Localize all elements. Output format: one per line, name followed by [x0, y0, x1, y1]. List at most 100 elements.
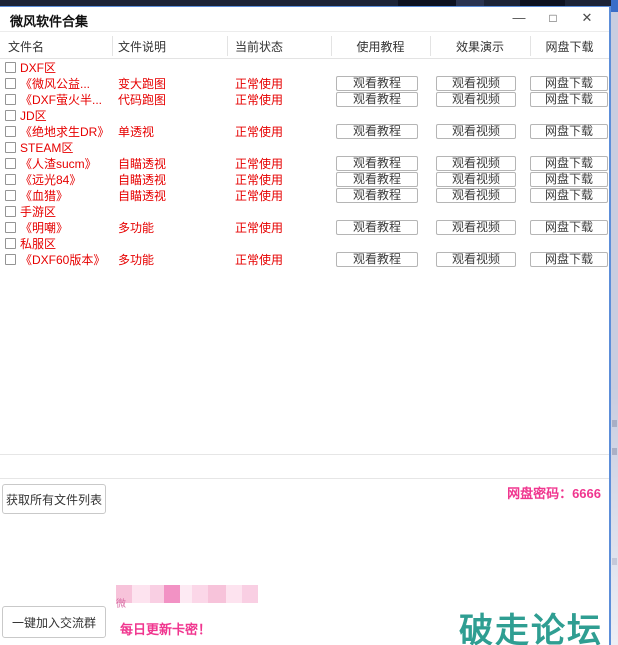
background-glyph-fragment	[612, 558, 617, 565]
row-checkbox[interactable]	[5, 78, 16, 89]
table-body: DXF区 《微风公益... 变大跑图 正常使用 观看教程 观看视频 网盘下载 《DXF萤火半.…	[0, 60, 609, 268]
netdisk-download-button[interactable]: 网盘下载	[530, 156, 608, 171]
row-checkbox[interactable]	[5, 190, 16, 201]
row-checkbox[interactable]	[5, 110, 16, 121]
row-checkbox[interactable]	[5, 126, 16, 137]
table-row: 《绝地求生DR》 单透视 正常使用 观看教程 观看视频 网盘下载	[0, 124, 609, 140]
row-name: DXF区	[20, 61, 57, 75]
watch-tutorial-button[interactable]: 观看教程	[336, 124, 418, 139]
row-name: 《DXF萤火半...	[20, 93, 103, 107]
row-name: 《血猎》	[20, 189, 69, 203]
netdisk-download-button[interactable]: 网盘下载	[530, 124, 608, 139]
watch-tutorial-button[interactable]: 观看教程	[336, 156, 418, 171]
row-name: 《微风公益...	[20, 77, 91, 91]
row-checkbox[interactable]	[5, 94, 16, 105]
watch-video-button[interactable]: 观看视频	[436, 124, 516, 139]
netdisk-download-button[interactable]: 网盘下载	[530, 252, 608, 267]
watch-tutorial-button[interactable]: 观看教程	[336, 76, 418, 91]
censored-text-visible-char: 微	[116, 599, 126, 610]
minimize-icon[interactable]: —	[511, 9, 527, 27]
column-header-1: 文件说明	[118, 40, 167, 54]
column-header-3: 使用教程	[356, 40, 405, 54]
table-row: JD区	[0, 108, 609, 124]
app-window: 微风软件合集 — □ ✕ 文件名 文件说明 当前状态 使用教程 效果演示 网盘下载 DXF…	[0, 6, 611, 645]
row-checkbox[interactable]	[5, 142, 16, 153]
watch-video-button[interactable]: 观看视频	[436, 156, 516, 171]
table-row: STEAM区	[0, 140, 609, 156]
row-name: 《绝地求生DR》	[20, 125, 110, 139]
watch-video-button[interactable]: 观看视频	[436, 252, 516, 267]
row-checkbox[interactable]	[5, 206, 16, 217]
netdisk-download-button[interactable]: 网盘下载	[530, 188, 608, 203]
maximize-icon[interactable]: □	[545, 9, 561, 27]
row-desc: 代码跑图	[118, 93, 167, 107]
netdisk-download-button[interactable]: 网盘下载	[530, 220, 608, 235]
watch-tutorial-button[interactable]: 观看教程	[336, 188, 418, 203]
netdisk-download-button[interactable]: 网盘下载	[530, 76, 608, 91]
censored-text-mosaic	[116, 585, 258, 603]
watch-tutorial-button[interactable]: 观看教程	[336, 220, 418, 235]
watch-tutorial-button[interactable]: 观看教程	[336, 172, 418, 187]
watch-tutorial-button[interactable]: 观看教程	[336, 252, 418, 267]
watch-video-button[interactable]: 观看视频	[436, 220, 516, 235]
table-row: 手游区	[0, 204, 609, 220]
table-row: 《血猎》 自瞄透视 正常使用 观看教程 观看视频 网盘下载	[0, 188, 609, 204]
row-desc: 多功能	[118, 253, 155, 267]
column-separator	[112, 36, 113, 56]
row-desc: 单透视	[118, 125, 155, 139]
table-row: DXF区	[0, 60, 609, 76]
column-separator	[227, 36, 228, 56]
row-name: 私服区	[20, 237, 57, 251]
row-name: STEAM区	[20, 141, 74, 155]
background-accent	[611, 0, 618, 12]
table-row: 《DXF60版本》 多功能 正常使用 观看教程 观看视频 网盘下载	[0, 252, 609, 268]
row-status: 正常使用	[235, 173, 284, 187]
table-row: 私服区	[0, 236, 609, 252]
watch-video-button[interactable]: 观看视频	[436, 188, 516, 203]
row-checkbox[interactable]	[5, 174, 16, 185]
join-group-button[interactable]: 一键加入交流群	[2, 606, 106, 638]
row-checkbox[interactable]	[5, 222, 16, 233]
row-name: 《DXF60版本》	[20, 253, 106, 267]
column-header-0: 文件名	[8, 40, 45, 54]
divider	[0, 454, 609, 455]
get-all-files-button[interactable]: 获取所有文件列表	[2, 484, 106, 514]
row-desc: 多功能	[118, 221, 155, 235]
row-checkbox[interactable]	[5, 254, 16, 265]
row-name: 《远光84》	[20, 173, 82, 187]
watch-tutorial-button[interactable]: 观看教程	[336, 92, 418, 107]
row-status: 正常使用	[235, 157, 284, 171]
row-name: 《人渣sucm》	[20, 157, 97, 171]
background-page-strip	[611, 0, 618, 645]
row-name: 手游区	[20, 205, 57, 219]
forum-watermark: 破走论坛	[459, 612, 603, 645]
netdisk-password-value: 6666	[572, 486, 601, 501]
window-controls: — □ ✕	[511, 9, 595, 27]
close-icon[interactable]: ✕	[579, 9, 595, 27]
row-status: 正常使用	[235, 221, 284, 235]
watch-video-button[interactable]: 观看视频	[436, 76, 516, 91]
row-status: 正常使用	[235, 93, 284, 107]
divider	[0, 478, 609, 479]
netdisk-download-button[interactable]: 网盘下载	[530, 172, 608, 187]
row-name: JD区	[20, 109, 47, 123]
titlebar: 微风软件合集 — □ ✕	[0, 7, 609, 31]
row-checkbox[interactable]	[5, 62, 16, 73]
row-status: 正常使用	[235, 253, 284, 267]
netdisk-download-button[interactable]: 网盘下载	[530, 92, 608, 107]
table-row: 《DXF萤火半... 代码跑图 正常使用 观看教程 观看视频 网盘下载	[0, 92, 609, 108]
table-row: 《微风公益... 变大跑图 正常使用 观看教程 观看视频 网盘下载	[0, 76, 609, 92]
row-checkbox[interactable]	[5, 158, 16, 169]
row-name: 《明嘲》	[20, 221, 69, 235]
row-checkbox[interactable]	[5, 238, 16, 249]
column-header-5: 网盘下载	[545, 40, 594, 54]
table-row: 《明嘲》 多功能 正常使用 观看教程 观看视频 网盘下载	[0, 220, 609, 236]
window-title: 微风软件合集	[10, 14, 89, 29]
table-row: 《远光84》 自瞄透视 正常使用 观看教程 观看视频 网盘下载	[0, 172, 609, 188]
row-status: 正常使用	[235, 77, 284, 91]
netdisk-password-label: 网盘密码：	[507, 486, 573, 501]
row-desc: 自瞄透视	[118, 157, 167, 171]
screen: 微风软件合集 — □ ✕ 文件名 文件说明 当前状态 使用教程 效果演示 网盘下载 DXF…	[0, 0, 618, 645]
watch-video-button[interactable]: 观看视频	[436, 172, 516, 187]
watch-video-button[interactable]: 观看视频	[436, 92, 516, 107]
